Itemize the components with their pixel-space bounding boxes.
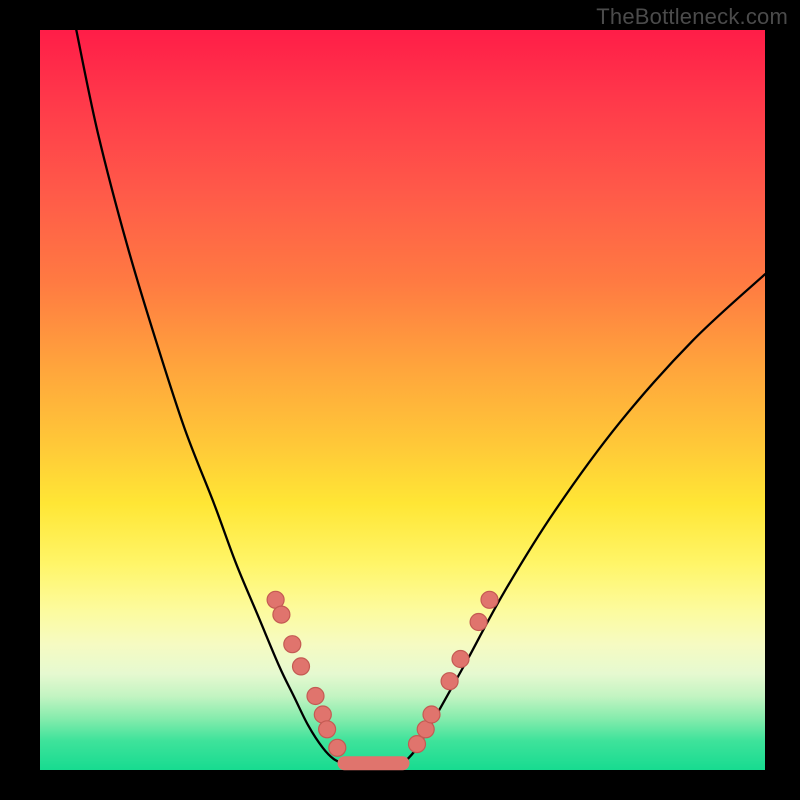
plot-area — [40, 30, 765, 770]
marker-dot — [470, 614, 487, 631]
left-curve-path — [76, 30, 344, 764]
marker-dot — [452, 651, 469, 668]
marker-dot — [481, 591, 498, 608]
marker-dot — [319, 721, 336, 738]
watermark-text: TheBottleneck.com — [596, 4, 788, 30]
marker-dot — [273, 606, 290, 623]
marker-dots-group — [267, 591, 498, 756]
right-curve-path — [403, 274, 766, 764]
outer-frame: TheBottleneck.com — [0, 0, 800, 800]
marker-dot — [284, 636, 301, 653]
chart-svg — [40, 30, 765, 770]
marker-dot — [293, 658, 310, 675]
marker-dot — [329, 739, 346, 756]
marker-dot — [409, 736, 426, 753]
marker-dot — [423, 706, 440, 723]
marker-dot — [441, 673, 458, 690]
marker-dot — [307, 688, 324, 705]
